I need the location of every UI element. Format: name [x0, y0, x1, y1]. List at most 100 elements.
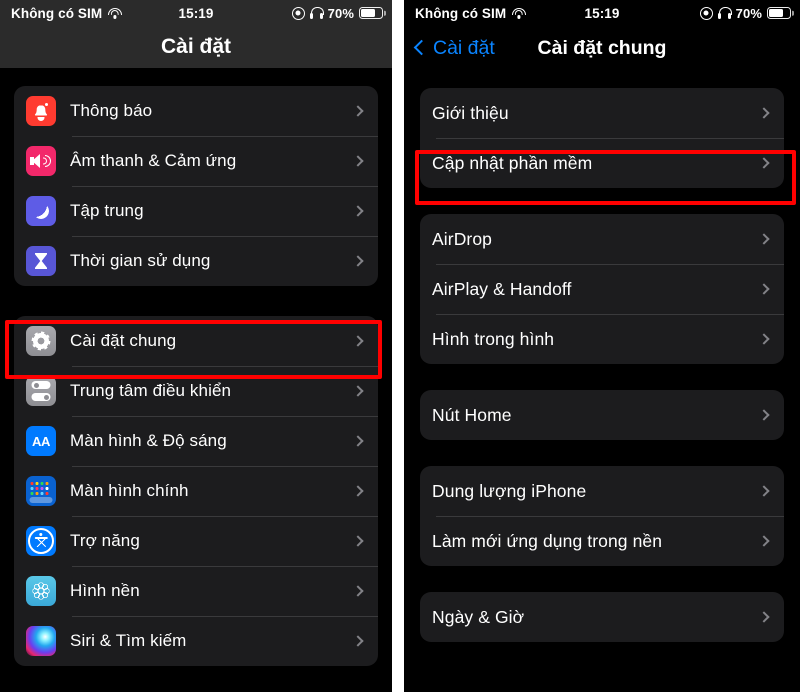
panel-divider	[392, 0, 404, 692]
row-label: Màn hình chính	[70, 481, 189, 500]
chevron-right-icon	[352, 255, 364, 267]
list-item-airplay-handoff[interactable]: AirPlay & Handoff	[420, 264, 784, 314]
nav-bar-right: Cài đặt Cài đặt chung	[404, 26, 800, 70]
gear-icon	[26, 326, 56, 356]
sidebar-item-control-center[interactable]: Trung tâm điều khiển	[14, 366, 378, 416]
list-item-date-time[interactable]: Ngày & Giờ	[420, 592, 784, 642]
sidebar-item-general[interactable]: Cài đặt chung	[14, 316, 378, 366]
row-label: AirDrop	[432, 228, 493, 249]
list-top-spacer	[0, 68, 392, 86]
chevron-right-icon	[758, 535, 770, 547]
general-settings-list[interactable]: Giới thiệu Cập nhật phần mềm AirDrop Air…	[404, 70, 800, 642]
wallpaper-icon	[26, 576, 56, 606]
chevron-right-icon	[352, 205, 364, 217]
battery-icon	[359, 7, 383, 19]
back-button-label: Cài đặt	[433, 36, 495, 59]
row-label: Cập nhật phần mềm	[432, 152, 593, 173]
row-label: Làm mới ứng dụng trong nền	[432, 530, 663, 551]
general-group-1: Giới thiệu Cập nhật phần mềm	[420, 88, 784, 188]
list-item-software-update[interactable]: Cập nhật phần mềm	[420, 138, 784, 188]
row-label: Nút Home	[432, 404, 512, 425]
chevron-right-icon	[758, 485, 770, 497]
settings-group-1: Thông báo Âm thanh & Cảm ứng Tập trung T…	[14, 86, 378, 286]
general-group-4: Dung lượng iPhone Làm mới ứng dụng trong…	[420, 466, 784, 566]
chevron-right-icon	[352, 385, 364, 397]
row-label: Ngày & Giờ	[432, 606, 525, 627]
chevron-right-icon	[352, 155, 364, 167]
row-label: Dung lượng iPhone	[432, 480, 587, 501]
list-item-iphone-storage[interactable]: Dung lượng iPhone	[420, 466, 784, 516]
chevron-right-icon	[352, 335, 364, 347]
status-bar-right: Không có SIM 15:19 70%	[404, 0, 800, 26]
row-label: Âm thanh & Cảm ứng	[70, 151, 237, 170]
chevron-right-icon	[758, 157, 770, 169]
chevron-right-icon	[758, 233, 770, 245]
sidebar-item-notifications[interactable]: Thông báo	[14, 86, 378, 136]
chevron-right-icon	[352, 535, 364, 547]
home-screen-icon	[26, 476, 56, 506]
general-group-2: AirDrop AirPlay & Handoff Hình trong hìn…	[420, 214, 784, 364]
chevron-left-icon	[413, 39, 430, 56]
siri-icon	[26, 626, 56, 656]
chevron-right-icon	[352, 635, 364, 647]
battery-percent-label: 70%	[327, 5, 354, 21]
sidebar-item-display-brightness[interactable]: AA Màn hình & Độ sáng	[14, 416, 378, 466]
list-item-background-app-refresh[interactable]: Làm mới ứng dụng trong nền	[420, 516, 784, 566]
general-group-3: Nút Home	[420, 390, 784, 440]
sidebar-item-wallpaper[interactable]: Hình nền	[14, 566, 378, 616]
row-label: Thời gian sử dụng	[70, 251, 211, 270]
chevron-right-icon	[352, 105, 364, 117]
control-center-icon	[26, 376, 56, 406]
sidebar-item-home-screen[interactable]: Màn hình chính	[14, 466, 378, 516]
row-label: Cài đặt chung	[70, 331, 177, 350]
list-item-home-button[interactable]: Nút Home	[420, 390, 784, 440]
rotation-lock-icon	[699, 6, 713, 20]
settings-list-left[interactable]: Thông báo Âm thanh & Cảm ứng Tập trung T…	[0, 68, 392, 666]
row-label: Hình trong hình	[432, 328, 555, 349]
rotation-lock-icon	[291, 6, 305, 20]
row-label: Tập trung	[70, 201, 144, 220]
sidebar-item-siri-search[interactable]: Siri & Tìm kiếm	[14, 616, 378, 666]
bell-icon	[26, 96, 56, 126]
row-label: Hình nền	[70, 581, 140, 600]
chevron-right-icon	[758, 333, 770, 345]
status-bar-right-group: 70%	[699, 6, 791, 21]
chevron-right-icon	[352, 585, 364, 597]
settings-screen-left: Không có SIM 15:19 70% Cài đặt Thông báo	[0, 0, 392, 692]
row-label: AirPlay & Handoff	[432, 278, 572, 299]
list-top-spacer	[404, 70, 800, 88]
chevron-right-icon	[758, 107, 770, 119]
headphones-icon	[309, 7, 324, 19]
status-bar-left: Không có SIM 15:19 70%	[0, 0, 392, 26]
list-item-picture-in-picture[interactable]: Hình trong hình	[420, 314, 784, 364]
page-title-left: Cài đặt	[160, 35, 231, 58]
dual-screenshot-container: Không có SIM 15:19 70% Cài đặt Thông báo	[0, 0, 800, 692]
accessibility-icon	[26, 526, 56, 556]
sidebar-item-accessibility[interactable]: Trợ năng	[14, 516, 378, 566]
general-settings-screen-right: Không có SIM 15:19 70% Cài đặt Cài đặt c…	[404, 0, 800, 692]
back-button[interactable]: Cài đặt	[413, 36, 495, 60]
sidebar-item-sounds-haptics[interactable]: Âm thanh & Cảm ứng	[14, 136, 378, 186]
settings-group-2: Cài đặt chung Trung tâm điều khiển AA Mà…	[14, 316, 378, 666]
chevron-right-icon	[352, 435, 364, 447]
chevron-right-icon	[758, 611, 770, 623]
general-group-5: Ngày & Giờ	[420, 592, 784, 642]
headphones-icon	[717, 7, 732, 19]
chevron-right-icon	[758, 409, 770, 421]
row-label: Trung tâm điều khiển	[70, 381, 232, 400]
moon-icon	[26, 196, 56, 226]
battery-icon	[767, 7, 791, 19]
row-label: Siri & Tìm kiếm	[70, 631, 187, 650]
sidebar-item-focus[interactable]: Tập trung	[14, 186, 378, 236]
chevron-right-icon	[758, 283, 770, 295]
list-item-airdrop[interactable]: AirDrop	[420, 214, 784, 264]
status-bar-right-group: 70%	[291, 5, 383, 21]
row-label: Giới thiệu	[432, 102, 509, 123]
list-item-about[interactable]: Giới thiệu	[420, 88, 784, 138]
sidebar-item-screen-time[interactable]: Thời gian sử dụng	[14, 236, 378, 286]
